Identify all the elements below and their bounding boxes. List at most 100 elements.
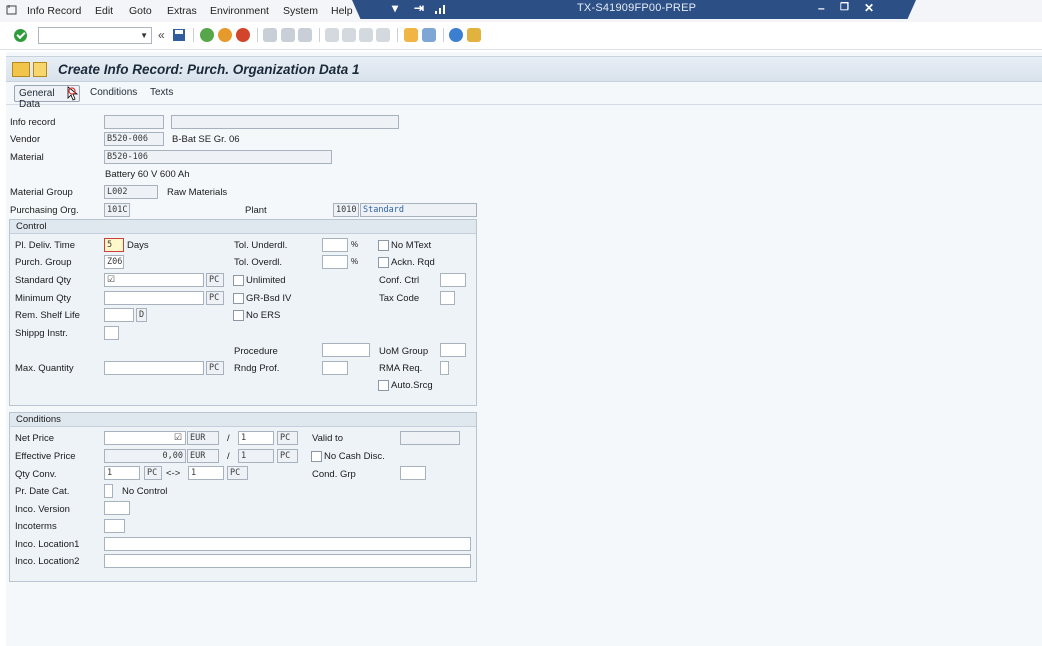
auto-srcg-checkbox[interactable]	[378, 380, 389, 391]
restore-icon[interactable]: ❐	[840, 2, 849, 13]
net-price-unit[interactable]: PC	[277, 431, 298, 445]
find-next-icon[interactable]	[298, 28, 312, 42]
pr-date-cat-field[interactable]	[104, 484, 113, 498]
purch-group-field[interactable]: Z06	[104, 255, 124, 269]
last-page-icon[interactable]	[376, 28, 390, 42]
rma-req-label: RMA Req.	[379, 363, 423, 374]
minimum-qty-field[interactable]	[104, 291, 204, 305]
material-group-desc: Raw Materials	[167, 187, 228, 198]
qty-conv-left-field[interactable]: 1	[104, 466, 140, 480]
print-icon[interactable]	[263, 28, 277, 42]
menu-goto[interactable]: Goto	[129, 5, 152, 17]
standard-qty-field[interactable]	[104, 273, 204, 287]
info-record-desc-field[interactable]	[171, 115, 399, 129]
shortcut-icon[interactable]	[422, 28, 436, 42]
net-price-currency[interactable]: EUR	[187, 431, 219, 445]
menu-system[interactable]: System	[283, 5, 318, 17]
no-ers-checkbox[interactable]	[233, 310, 244, 321]
rem-shelf-life-field[interactable]	[104, 308, 134, 322]
material-field[interactable]: B520-106	[104, 150, 332, 164]
tol-overdl-field[interactable]	[322, 255, 348, 269]
previous-page-icon[interactable]	[342, 28, 356, 42]
cancel-icon[interactable]	[236, 28, 250, 42]
conditions-group-title: Conditions	[10, 413, 476, 427]
cond-grp-field[interactable]	[400, 466, 426, 480]
conditions-button[interactable]: Conditions	[86, 85, 141, 102]
menu-dropdown-icon[interactable]	[33, 62, 47, 77]
inco-location2-field[interactable]	[104, 554, 471, 568]
standard-qty-label: Standard Qty	[15, 275, 71, 286]
shippg-instr-field[interactable]	[104, 326, 119, 340]
page-title: Create Info Record: Purch. Organization …	[58, 62, 360, 77]
purchasing-org-field[interactable]: 101C	[104, 203, 130, 217]
info-record-field[interactable]	[104, 115, 164, 129]
qty-conv-arrow: <->	[166, 468, 181, 479]
max-quantity-field[interactable]	[104, 361, 204, 375]
menu-window-icon[interactable]	[6, 4, 18, 16]
procedure-field[interactable]	[322, 343, 370, 357]
pin-icon[interactable]: ⇥	[414, 1, 424, 15]
command-field[interactable]: ▼	[38, 27, 152, 44]
back-icon[interactable]	[200, 28, 214, 42]
no-cash-disc-checkbox[interactable]	[311, 451, 322, 462]
unlimited-checkbox[interactable]	[233, 275, 244, 286]
customize-layout-icon[interactable]	[467, 28, 481, 42]
material-group-field[interactable]: L002	[104, 185, 158, 199]
menu-info-record[interactable]: Info Record	[27, 5, 81, 17]
menu-environment[interactable]: Environment	[210, 5, 269, 17]
incoterms-field[interactable]	[104, 519, 125, 533]
main-area: Create Info Record: Purch. Organization …	[6, 52, 1042, 646]
first-page-icon[interactable]	[325, 28, 339, 42]
gr-bsd-iv-checkbox[interactable]	[233, 293, 244, 304]
menu-extras[interactable]: Extras	[167, 5, 197, 17]
texts-button[interactable]: Texts	[146, 85, 177, 102]
dropdown-arrow-icon[interactable]: ▾	[392, 1, 398, 15]
required-check-icon: ☑	[107, 274, 116, 284]
ackn-rqd-checkbox[interactable]	[378, 257, 389, 268]
next-page-icon[interactable]	[359, 28, 373, 42]
no-mtext-checkbox[interactable]	[378, 240, 389, 251]
qty-conv-right-unit: PC	[227, 466, 248, 480]
exit-icon[interactable]	[218, 28, 232, 42]
max-quantity-label: Max. Quantity	[15, 363, 74, 374]
standard-qty-unit: PC	[206, 273, 224, 287]
valid-to-field	[400, 431, 460, 445]
object-icon[interactable]	[12, 62, 30, 77]
help-icon[interactable]	[449, 28, 463, 42]
effective-price-label: Effective Price	[15, 451, 76, 462]
standard-toolbar: ▼ «	[0, 22, 1042, 50]
unlimited-label: Unlimited	[246, 275, 286, 286]
minimize-icon[interactable]: –	[818, 1, 825, 15]
gr-bsd-iv-label: GR-Bsd IV	[246, 293, 292, 304]
max-quantity-unit: PC	[206, 361, 224, 375]
tax-code-field[interactable]	[440, 291, 455, 305]
vendor-field[interactable]: B520-006	[104, 132, 164, 146]
net-price-per-field[interactable]: 1	[238, 431, 274, 445]
save-icon[interactable]	[172, 28, 186, 42]
rma-req-field[interactable]	[440, 361, 449, 375]
back-history-icon[interactable]: «	[158, 28, 165, 42]
qty-conv-right-field[interactable]: 1	[188, 466, 224, 480]
pr-date-cat-label: Pr. Date Cat.	[15, 486, 70, 497]
uom-group-field[interactable]	[440, 343, 466, 357]
inco-location1-field[interactable]	[104, 537, 471, 551]
inco-version-field[interactable]	[104, 501, 130, 515]
no-cash-disc-label: No Cash Disc.	[324, 451, 385, 462]
conf-ctrl-field[interactable]	[440, 273, 466, 287]
new-session-icon[interactable]	[404, 28, 418, 42]
plant-field[interactable]: 1010	[333, 203, 359, 217]
tol-underdl-field[interactable]	[322, 238, 348, 252]
menu-edit[interactable]: Edit	[95, 5, 113, 17]
effective-price-per-field: 1	[238, 449, 274, 463]
rndg-prof-field[interactable]	[322, 361, 348, 375]
enter-icon[interactable]	[14, 29, 27, 42]
auto-srcg-label: Auto.Srcg	[391, 380, 433, 391]
tol-underdl-unit: %	[351, 240, 359, 249]
find-icon[interactable]	[281, 28, 295, 42]
effective-price-unit: PC	[277, 449, 298, 463]
control-group-title: Control	[10, 220, 476, 234]
close-icon[interactable]: ✕	[864, 1, 874, 15]
pl-deliv-time-field[interactable]: 5	[104, 238, 124, 252]
chevron-down-icon[interactable]: ▼	[140, 31, 148, 40]
menu-help[interactable]: Help	[331, 5, 353, 17]
